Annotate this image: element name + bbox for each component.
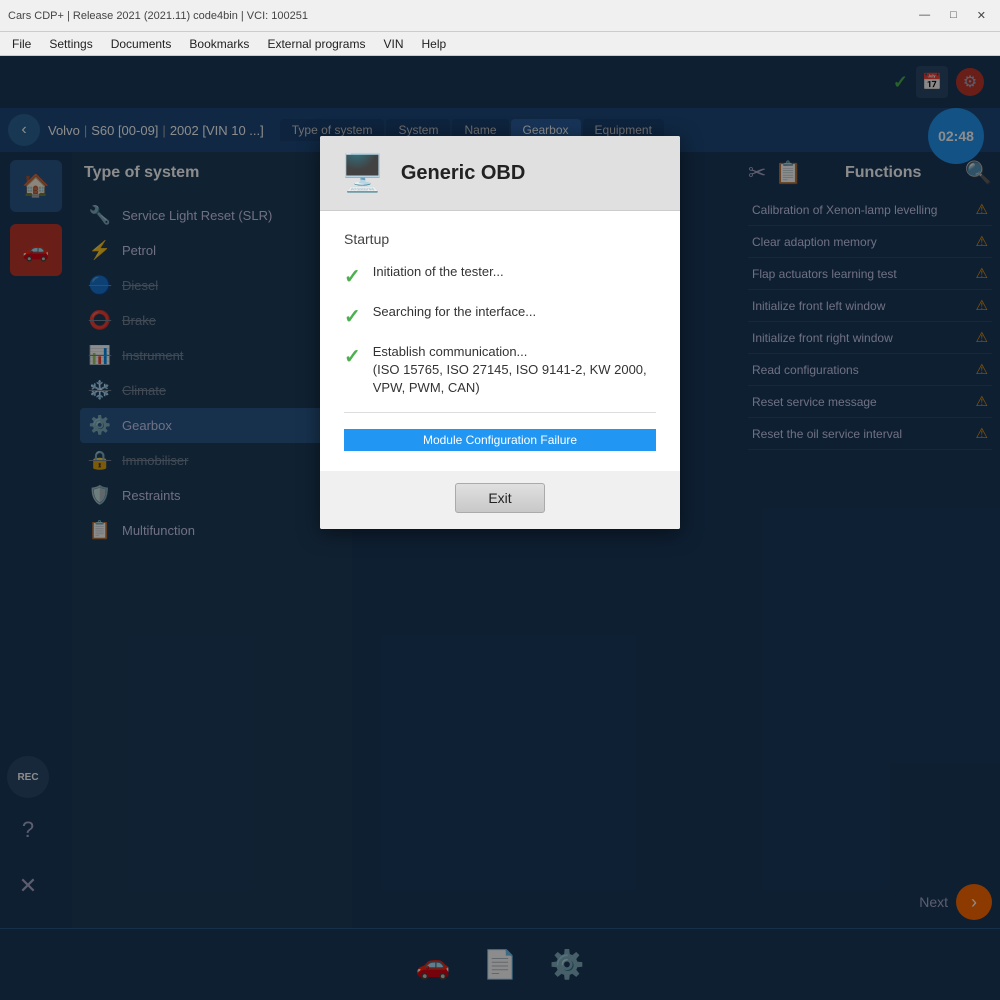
menu-settings[interactable]: Settings bbox=[41, 35, 100, 53]
maximize-button[interactable]: □ bbox=[944, 7, 963, 24]
check-communication-icon: ✓ bbox=[344, 344, 361, 369]
window-controls: — □ ✕ bbox=[913, 7, 992, 24]
minimize-button[interactable]: — bbox=[913, 7, 936, 24]
check-initiation-icon: ✓ bbox=[344, 264, 361, 289]
modal-check-communication: ✓ Establish communication...(ISO 15765, … bbox=[344, 343, 656, 398]
menu-bookmarks[interactable]: Bookmarks bbox=[181, 35, 257, 53]
menu-help[interactable]: Help bbox=[414, 35, 455, 53]
menu-bar: File Settings Documents Bookmarks Extern… bbox=[0, 32, 1000, 56]
modal-check-searching: ✓ Searching for the interface... bbox=[344, 303, 656, 329]
generic-obd-modal: 🖥️ Generic OBD Startup ✓ Initiation of t… bbox=[320, 136, 680, 529]
menu-file[interactable]: File bbox=[4, 35, 39, 53]
modal-divider bbox=[344, 412, 656, 413]
modal-section-title: Startup bbox=[344, 231, 656, 247]
modal-body: Startup ✓ Initiation of the tester... ✓ … bbox=[320, 211, 680, 471]
modal-footer: Exit bbox=[320, 471, 680, 529]
modal-check-initiation: ✓ Initiation of the tester... bbox=[344, 263, 656, 289]
modal-title: Generic OBD bbox=[401, 162, 525, 185]
window-title: Cars CDP+ | Release 2021 (2021.11) code4… bbox=[8, 10, 308, 22]
modal-computer-icon: 🖥️ bbox=[340, 152, 385, 194]
main-content: ✓ 📅 ⚙ 02:48 ‹ Volvo | S60 [00-09] | 2002… bbox=[0, 56, 1000, 1000]
menu-documents[interactable]: Documents bbox=[103, 35, 180, 53]
title-bar: Cars CDP+ | Release 2021 (2021.11) code4… bbox=[0, 0, 1000, 32]
status-bar: Module Configuration Failure bbox=[344, 429, 656, 451]
check-communication-text: Establish communication...(ISO 15765, IS… bbox=[373, 343, 656, 398]
close-button[interactable]: ✕ bbox=[971, 7, 992, 24]
exit-button[interactable]: Exit bbox=[455, 483, 544, 513]
modal-overlay: 🖥️ Generic OBD Startup ✓ Initiation of t… bbox=[0, 56, 1000, 1000]
menu-external-programs[interactable]: External programs bbox=[259, 35, 373, 53]
menu-vin[interactable]: VIN bbox=[375, 35, 411, 53]
check-initiation-text: Initiation of the tester... bbox=[373, 263, 504, 281]
main-window: Cars CDP+ | Release 2021 (2021.11) code4… bbox=[0, 0, 1000, 1000]
check-searching-text: Searching for the interface... bbox=[373, 303, 536, 321]
modal-header: 🖥️ Generic OBD bbox=[320, 136, 680, 211]
check-searching-icon: ✓ bbox=[344, 304, 361, 329]
